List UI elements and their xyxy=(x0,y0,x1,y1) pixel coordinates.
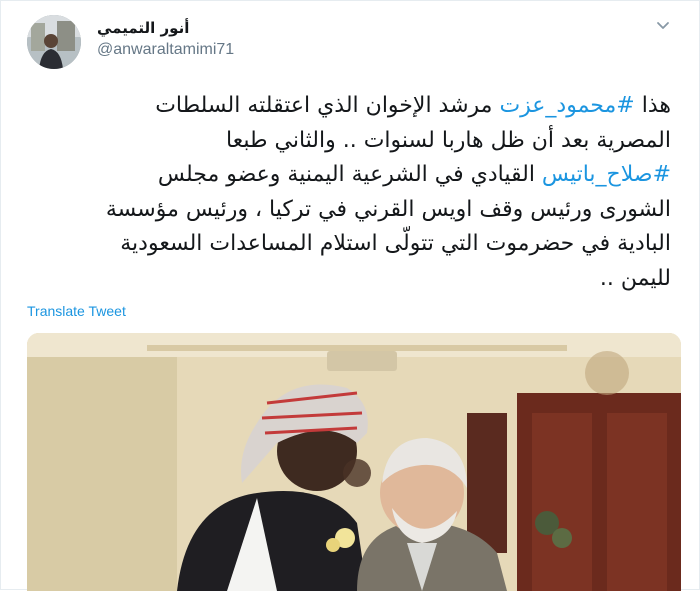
photo-image xyxy=(27,333,681,591)
tweet-photo[interactable] xyxy=(27,333,681,591)
tweet-text-segment: مرشد الإخوان الذي اعتقلته السلطات xyxy=(155,93,500,118)
user-handle[interactable]: @anwaraltamimi71 xyxy=(97,39,234,61)
tweet-line: هذا #محمود_عزت مرشد الإخوان الذي اعتقلته… xyxy=(27,89,671,124)
tweet-line: البادية في حضرموت التي تتولّى استلام الم… xyxy=(120,231,671,256)
tweet-text-segment: القيادي في الشرعية اليمنية وعضو مجلس xyxy=(157,162,542,187)
translate-tweet-link[interactable]: Translate Tweet xyxy=(27,303,126,319)
tweet-line: لليمن .. xyxy=(599,265,671,291)
tweet-line: المصرية بعد أن ظل هاربا لسنوات .. والثان… xyxy=(226,127,671,153)
display-name[interactable]: أنور التميمي xyxy=(97,17,234,39)
tweet-line: الشورى ورئيس وقف اويس القرني في تركيا ، … xyxy=(105,196,671,222)
hashtag-link[interactable]: #صلاح_باتيس xyxy=(542,162,671,187)
user-info: أنور التميمي @anwaraltamimi71 xyxy=(97,17,234,61)
tweet-text-segment: هذا xyxy=(634,93,671,118)
tweet-line: #صلاح_باتيس القيادي في الشرعية اليمنية و… xyxy=(27,158,671,193)
avatar[interactable] xyxy=(27,15,81,69)
avatar-image xyxy=(27,15,81,69)
tweet-text: هذا #محمود_عزت مرشد الإخوان الذي اعتقلته… xyxy=(27,89,671,296)
tweet-card: أنور التميمي @anwaraltamimi71 هذا #محمود… xyxy=(0,0,700,591)
tweet-header: أنور التميمي @anwaraltamimi71 xyxy=(27,15,673,73)
chevron-down-icon[interactable] xyxy=(653,15,673,35)
hashtag-link[interactable]: #محمود_عزت xyxy=(499,93,634,118)
